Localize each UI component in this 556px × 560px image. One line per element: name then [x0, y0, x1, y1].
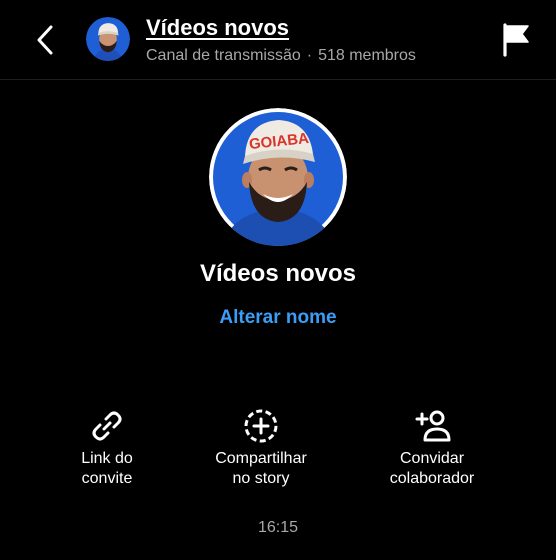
report-button[interactable] — [498, 22, 534, 58]
channel-type-label: Canal de transmissão — [146, 47, 301, 64]
member-count: 518 membros — [318, 47, 416, 64]
back-button[interactable] — [28, 20, 62, 60]
invite-link-button[interactable]: Link do convite — [37, 406, 177, 489]
rename-button-row: Alterar nome — [0, 307, 556, 329]
add-story-icon — [241, 406, 281, 446]
invite-collaborator-button[interactable]: Convidar colaborador — [362, 406, 502, 489]
share-story-label: Compartilhar no story — [215, 450, 307, 487]
chevron-left-icon — [37, 25, 53, 55]
avatar — [86, 17, 130, 61]
avatar: GOIABA — [209, 108, 347, 246]
channel-name: Vídeos novos — [199, 260, 357, 287]
channel-subtitle: Canal de transmissão · 518 membros — [146, 47, 416, 65]
invite-link-label: Link do convite — [81, 450, 133, 487]
share-story-button[interactable]: Compartilhar no story — [191, 406, 331, 489]
channel-header: Vídeos novos Canal de transmissão · 518 me… — [0, 0, 556, 80]
channel-avatar-large[interactable]: GOIABA — [209, 108, 347, 246]
flag-icon — [503, 23, 529, 57]
add-person-icon — [412, 406, 452, 446]
channel-title[interactable]: Vídeos novos — [146, 15, 289, 41]
link-icon — [87, 406, 127, 446]
rename-button[interactable]: Alterar nome — [219, 307, 336, 328]
invite-collaborator-label: Convidar colaborador — [389, 450, 475, 487]
timestamp: 16:15 — [257, 519, 299, 536]
separator-dot: · — [306, 47, 313, 64]
channel-avatar-small[interactable] — [86, 17, 130, 61]
